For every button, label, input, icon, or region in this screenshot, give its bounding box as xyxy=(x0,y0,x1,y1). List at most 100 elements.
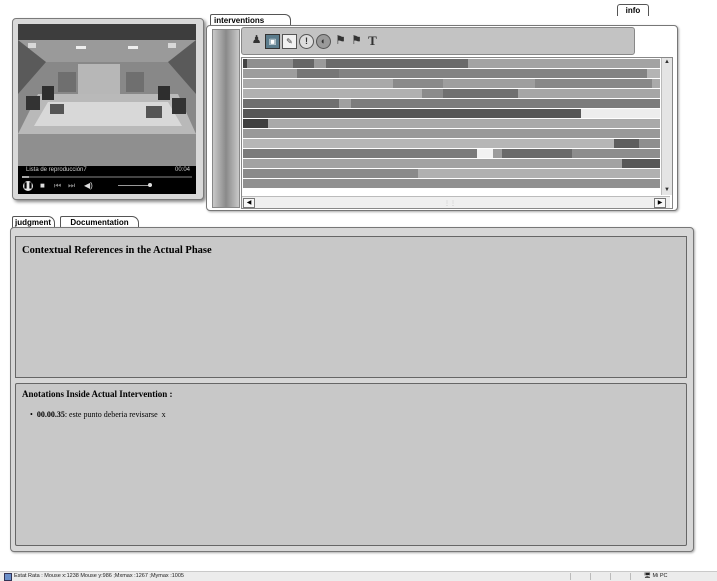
status-divider xyxy=(630,573,631,580)
track-header-strip xyxy=(212,29,240,208)
scroll-grip[interactable]: ⋮⋮ xyxy=(444,200,456,207)
volume-slider[interactable] xyxy=(118,185,152,186)
intervention-segment[interactable] xyxy=(313,59,327,68)
intervention-segment[interactable] xyxy=(243,149,477,158)
annotation-item: • 00.00.35: este punto deberia revisarse … xyxy=(30,410,166,419)
intervention-segment[interactable] xyxy=(622,159,660,168)
timeline-tracks xyxy=(243,59,660,193)
annotation-time: 00.00.35 xyxy=(36,410,65,419)
intervention-segment[interactable] xyxy=(647,69,660,78)
scroll-right-icon[interactable]: ▶ xyxy=(654,198,666,208)
interventions-panel: ♟ ▣ ✎ ! ◐ ⚑ ⚑ T ▲ ▼ ◀ ⋮⋮ ▶ xyxy=(206,25,678,211)
intervention-segment[interactable] xyxy=(243,79,394,88)
seek-bar[interactable] xyxy=(22,176,192,178)
timeline-track[interactable] xyxy=(243,149,660,158)
zone-text: Mi PC xyxy=(652,573,668,579)
scroll-down-icon[interactable]: ▼ xyxy=(662,186,672,195)
flag-icon[interactable]: ⚑ xyxy=(350,34,363,47)
globe-icon[interactable]: ◐ xyxy=(316,34,331,49)
playlist-name: Lista de reproducción7 xyxy=(26,167,87,173)
playback-time: 00:04 xyxy=(174,167,190,173)
scroll-left-icon[interactable]: ◀ xyxy=(243,198,255,208)
intervention-segment[interactable] xyxy=(651,79,660,88)
contextual-references-box: Contextual References in the Actual Phas… xyxy=(15,236,687,378)
judgment-panel: Contextual References in the Actual Phas… xyxy=(10,227,694,552)
intervention-segment[interactable] xyxy=(243,169,419,178)
volume-knob[interactable] xyxy=(148,183,152,187)
intervention-segment[interactable] xyxy=(243,109,581,118)
timeline-track[interactable] xyxy=(243,179,660,188)
intervention-segment[interactable] xyxy=(351,99,660,108)
intervention-segment[interactable] xyxy=(293,59,314,68)
intervention-segment[interactable] xyxy=(326,59,469,68)
player-controls: ❚❚ ■ ⏮ ⏭ ◀) xyxy=(18,180,196,194)
intervention-segment[interactable] xyxy=(443,89,519,98)
intervention-segment[interactable] xyxy=(243,99,339,108)
timeline-track[interactable] xyxy=(243,169,660,178)
intervention-segment[interactable] xyxy=(243,139,615,148)
intervention-segment[interactable] xyxy=(243,159,623,168)
intervention-segment[interactable] xyxy=(247,59,294,68)
timeline-track[interactable] xyxy=(243,99,660,108)
horizontal-scrollbar[interactable]: ◀ ⋮⋮ ▶ xyxy=(242,196,670,208)
intervention-segment[interactable] xyxy=(476,149,494,158)
intervention-segment[interactable] xyxy=(338,99,352,108)
intervention-segment[interactable] xyxy=(493,149,502,158)
intervention-segment[interactable] xyxy=(468,59,660,68)
intervention-segment[interactable] xyxy=(422,89,444,98)
timeline-track[interactable] xyxy=(243,79,660,88)
player-frame: Lista de reproducción7 00:04 ❚❚ ■ ⏮ ⏭ ◀) xyxy=(18,24,196,194)
note-icon[interactable]: ✎ xyxy=(282,34,297,49)
intervention-segment[interactable] xyxy=(243,129,660,138)
stop-icon[interactable]: ■ xyxy=(40,181,45,191)
intervention-segment[interactable] xyxy=(443,79,535,88)
timeline-track[interactable] xyxy=(243,69,660,78)
annotation-text: : este punto deberia revisarse xyxy=(64,410,158,419)
contextual-references-title: Contextual References in the Actual Phas… xyxy=(22,245,212,256)
intervention-segment[interactable] xyxy=(614,139,640,148)
pause-icon[interactable]: ❚❚ xyxy=(23,181,33,191)
status-divider xyxy=(610,573,611,580)
intervention-segment[interactable] xyxy=(534,79,652,88)
timeline-track[interactable] xyxy=(243,159,660,168)
interventions-toolbar: ♟ ▣ ✎ ! ◐ ⚑ ⚑ T xyxy=(241,27,635,55)
status-divider xyxy=(570,573,571,580)
intervention-segment[interactable] xyxy=(518,89,660,98)
intervention-segment[interactable] xyxy=(297,69,339,78)
intervention-segment[interactable] xyxy=(268,119,660,128)
next-icon[interactable]: ⏭ xyxy=(68,181,75,191)
timeline-track[interactable] xyxy=(243,89,660,98)
vertical-scrollbar[interactable]: ▲ ▼ xyxy=(661,58,672,195)
video-frame xyxy=(18,24,196,166)
seek-progress xyxy=(22,176,29,178)
timeline-track[interactable] xyxy=(243,129,660,138)
alert-icon[interactable]: ! xyxy=(299,34,314,49)
intervention-segment[interactable] xyxy=(572,149,660,158)
intervention-segment[interactable] xyxy=(393,79,444,88)
timeline-track[interactable] xyxy=(243,119,660,128)
scroll-up-icon[interactable]: ▲ xyxy=(662,58,672,67)
image-icon[interactable]: ▣ xyxy=(265,34,280,49)
intervention-segment[interactable] xyxy=(580,109,660,118)
intervention-segment[interactable] xyxy=(243,69,298,78)
intervention-segment[interactable] xyxy=(501,149,573,158)
intervention-segment[interactable] xyxy=(418,169,660,178)
timeline-track[interactable] xyxy=(243,139,660,148)
intervention-segment[interactable] xyxy=(338,69,648,78)
status-divider xyxy=(590,573,591,580)
media-player: Lista de reproducción7 00:04 ❚❚ ■ ⏮ ⏭ ◀) xyxy=(12,18,204,200)
delete-annotation-icon[interactable]: x xyxy=(162,410,166,419)
text-icon[interactable]: T xyxy=(366,34,379,47)
timeline-track[interactable] xyxy=(243,59,660,68)
previous-icon[interactable]: ⏮ xyxy=(54,181,61,191)
volume-icon[interactable]: ◀) xyxy=(84,181,93,191)
timeline-track[interactable] xyxy=(243,109,660,118)
intervention-segment[interactable] xyxy=(639,139,660,148)
bullet-icon: • xyxy=(30,410,33,419)
flag-icon[interactable]: ⚑ xyxy=(334,34,347,47)
tab-info[interactable]: info xyxy=(617,4,649,16)
intervention-segment[interactable] xyxy=(243,119,269,128)
intervention-segment[interactable] xyxy=(243,89,423,98)
user-search-icon[interactable]: ♟ xyxy=(250,34,263,47)
intervention-segment[interactable] xyxy=(243,179,660,188)
